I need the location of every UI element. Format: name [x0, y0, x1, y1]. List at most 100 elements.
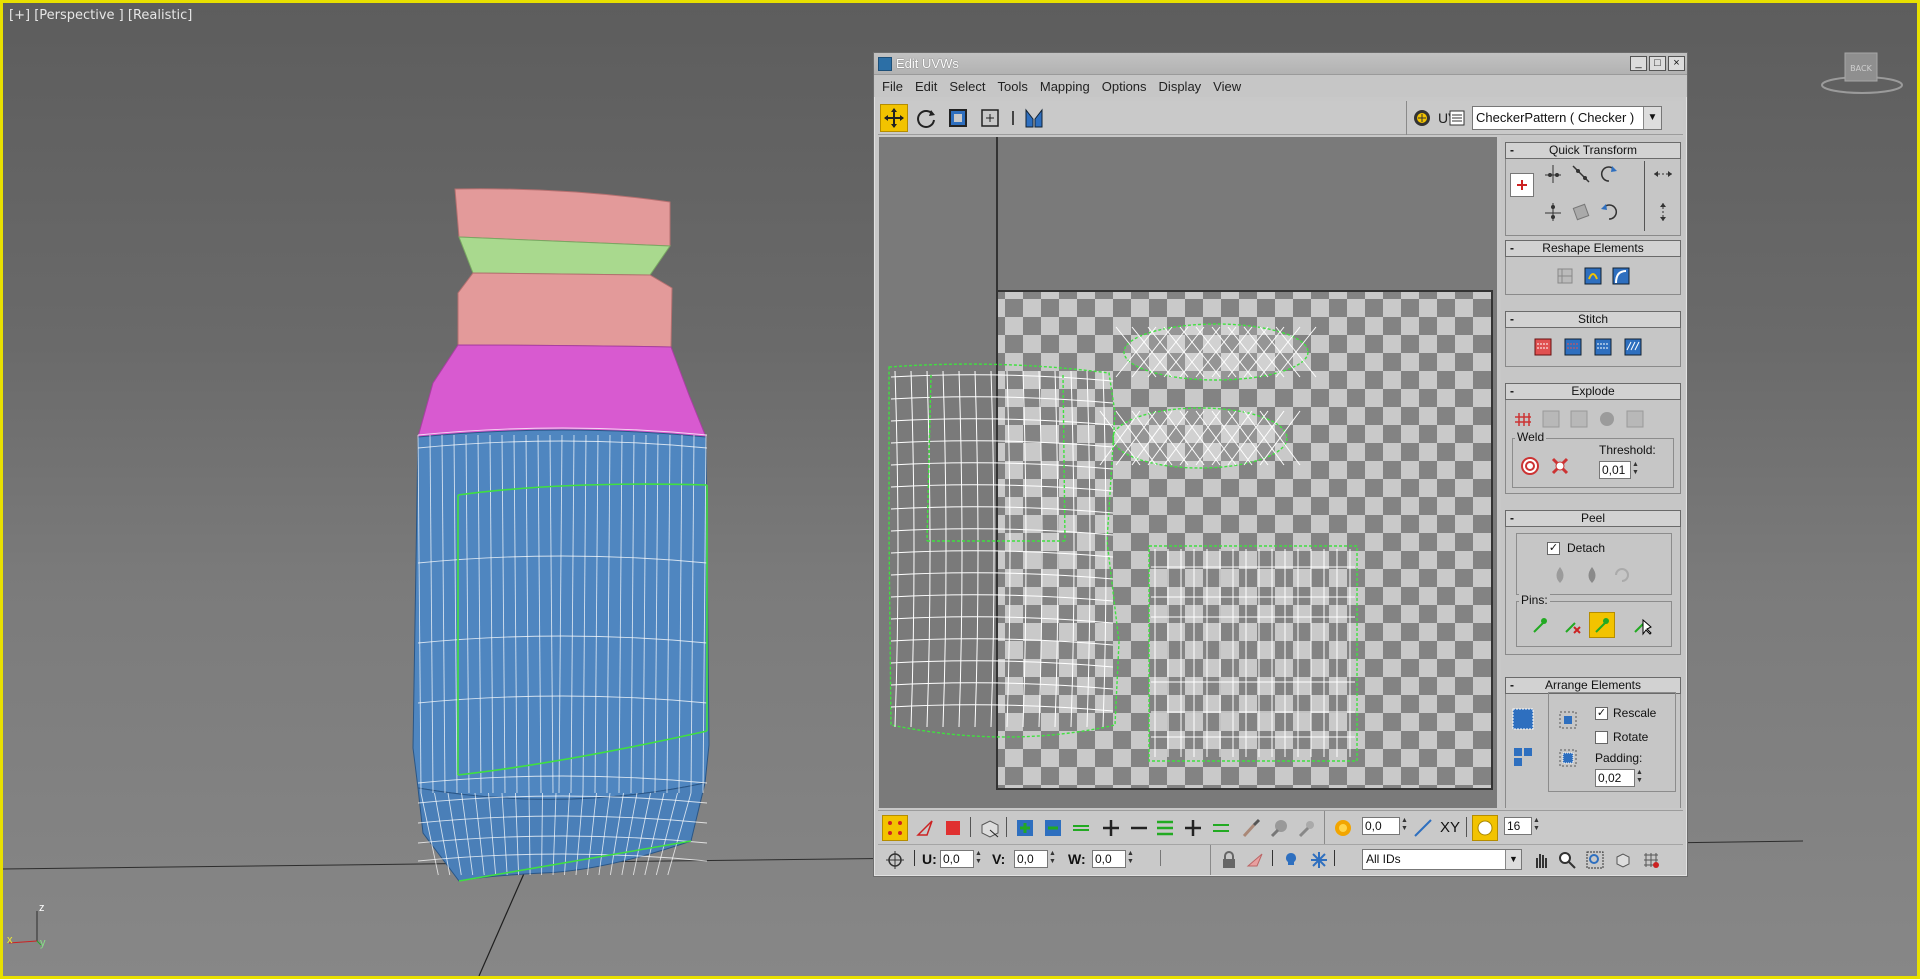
spinner-arrows-icon[interactable]: ▲ ▼: [1048, 850, 1057, 868]
pack-selected-icon[interactable]: [1555, 745, 1581, 771]
absolute-offset-icon[interactable]: [882, 847, 908, 873]
rotate-checkbox[interactable]: [1595, 731, 1608, 744]
spinner-arrows-icon[interactable]: ▲ ▼: [974, 850, 983, 868]
rotate-tool-icon[interactable]: [912, 104, 940, 132]
limit-soft-select-icon[interactable]: [1472, 815, 1498, 841]
shrink-ring-icon[interactable]: [1208, 815, 1234, 841]
freeform-tool-icon[interactable]: [976, 104, 1004, 132]
freeze-icon[interactable]: [1306, 847, 1332, 873]
peel-header[interactable]: - Peel: [1505, 510, 1681, 527]
viewcube-widget[interactable]: BACK: [1819, 47, 1905, 97]
loop-icon[interactable]: [1068, 815, 1094, 841]
spinner-arrows-icon[interactable]: ▲ ▼: [1635, 769, 1644, 787]
space-vertical-icon[interactable]: [1650, 199, 1676, 225]
hide-icon[interactable]: [1242, 847, 1268, 873]
align-vertical-icon[interactable]: [1540, 161, 1566, 187]
circularize-icon[interactable]: [1608, 263, 1634, 289]
menu-mapping[interactable]: Mapping: [1040, 79, 1090, 94]
window-titlebar[interactable]: Edit UVWs _ □ ×: [874, 53, 1687, 75]
menu-edit[interactable]: Edit: [915, 79, 937, 94]
soft-select-icon[interactable]: [1330, 815, 1356, 841]
menu-file[interactable]: File: [882, 79, 903, 94]
space-horizontal-icon[interactable]: [1650, 161, 1676, 187]
detach-checkbox[interactable]: ✓: [1547, 542, 1560, 555]
unpin-icon[interactable]: [1559, 612, 1585, 638]
padding-spinner[interactable]: 0,02 ▲ ▼: [1595, 769, 1643, 787]
stitch-header[interactable]: - Stitch: [1505, 311, 1681, 328]
align-diagonal-icon[interactable]: [1568, 161, 1594, 187]
split-icon[interactable]: [1538, 406, 1564, 432]
pack-together-icon[interactable]: [1510, 744, 1536, 770]
texture-dropdown[interactable]: CheckerPattern ( Checker ) ▼: [1472, 106, 1662, 130]
stitch-to-source-icon[interactable]: [1590, 334, 1616, 360]
grid-icon[interactable]: [1622, 406, 1648, 432]
spinner-arrows-icon[interactable]: ▲ ▼: [1631, 461, 1640, 479]
edit-uvws-window[interactable]: Edit UVWs _ □ × File Edit Select Tools M…: [873, 52, 1688, 877]
falloff-linear-icon[interactable]: [1410, 815, 1436, 841]
straighten-selection-icon[interactable]: [1552, 263, 1578, 289]
rotate-90-ccw-icon[interactable]: [1596, 199, 1622, 225]
select-pins-icon[interactable]: [1629, 612, 1655, 638]
stitch-to-target-icon[interactable]: [1530, 334, 1556, 360]
pin-icon[interactable]: [1527, 612, 1553, 638]
pan-icon[interactable]: [1528, 847, 1554, 873]
quick-peel-icon[interactable]: [1547, 562, 1573, 588]
paint-select-icon[interactable]: [1238, 815, 1264, 841]
paint-grow-icon[interactable]: [1266, 815, 1292, 841]
mirror-tool-icon[interactable]: [1020, 104, 1048, 132]
scale-tool-icon[interactable]: [944, 104, 972, 132]
material-id-dropdown[interactable]: All IDs ▼: [1362, 849, 1522, 870]
vertex-mode-icon[interactable]: [882, 815, 908, 841]
maximize-button[interactable]: □: [1649, 56, 1666, 71]
relax-icon[interactable]: [1580, 263, 1606, 289]
paint-shrink-icon[interactable]: [1294, 815, 1320, 841]
grid-snap-icon[interactable]: [1638, 847, 1664, 873]
uv-editor-canvas[interactable]: [879, 137, 1497, 808]
soft-select-spinner[interactable]: 0,0 ▲ ▼: [1362, 817, 1408, 835]
zoom-extents-icon[interactable]: [1610, 847, 1636, 873]
straighten-icon[interactable]: [1568, 199, 1594, 225]
menu-select[interactable]: Select: [949, 79, 985, 94]
zoom-region-icon[interactable]: [1582, 847, 1608, 873]
quick-transform-header[interactable]: - Quick Transform: [1505, 142, 1681, 159]
face-mode-icon[interactable]: [940, 815, 966, 841]
grow-ring-icon[interactable]: [1180, 815, 1206, 841]
ring-icon[interactable]: [1152, 815, 1178, 841]
v-spinner[interactable]: 0,0 ▲ ▼: [1014, 850, 1056, 868]
map-list-icon[interactable]: [1444, 104, 1470, 132]
zoom-icon[interactable]: [1554, 847, 1580, 873]
menu-options[interactable]: Options: [1102, 79, 1147, 94]
rotate-90-cw-icon[interactable]: [1596, 161, 1622, 187]
explode-header[interactable]: - Explode: [1505, 383, 1681, 400]
rescale-checkbox[interactable]: ✓: [1595, 707, 1608, 720]
flatten-icon[interactable]: [1566, 406, 1592, 432]
shrink-selection-icon[interactable]: [1040, 815, 1066, 841]
menu-display[interactable]: Display: [1159, 79, 1202, 94]
break-icon[interactable]: [1510, 406, 1536, 432]
reshape-elements-header[interactable]: - Reshape Elements: [1505, 240, 1681, 257]
weld-selected-icon[interactable]: [1547, 453, 1573, 479]
pack-normalize-icon[interactable]: [1510, 706, 1536, 732]
show-map-icon[interactable]: [1410, 104, 1434, 132]
threshold-spinner[interactable]: 0,01 ▲ ▼: [1599, 461, 1639, 479]
u-spinner[interactable]: 0,0 ▲ ▼: [940, 850, 982, 868]
minimize-button[interactable]: _: [1630, 56, 1647, 71]
menu-tools[interactable]: Tools: [998, 79, 1028, 94]
move-tool-icon[interactable]: [880, 104, 908, 132]
pack-custom-icon[interactable]: [1555, 707, 1581, 733]
grow-selection-icon[interactable]: [1012, 815, 1038, 841]
select-element-icon[interactable]: [976, 815, 1002, 841]
show-hidden-icon[interactable]: [1278, 847, 1304, 873]
spinner-arrows-icon[interactable]: ▲ ▼: [1400, 817, 1409, 835]
sphere-icon[interactable]: [1594, 406, 1620, 432]
grid-spinner[interactable]: 16 ▲ ▼: [1504, 817, 1540, 835]
align-horizontal-icon[interactable]: [1540, 199, 1566, 225]
edge-mode-icon[interactable]: [912, 815, 938, 841]
stitch-custom-icon[interactable]: [1620, 334, 1646, 360]
close-button[interactable]: ×: [1668, 56, 1685, 71]
grow-loop-icon[interactable]: [1098, 815, 1124, 841]
w-spinner[interactable]: 0,0 ▲ ▼: [1092, 850, 1134, 868]
pivot-icon[interactable]: [1510, 173, 1534, 197]
lock-selection-icon[interactable]: [1216, 847, 1242, 873]
uv-layout-view[interactable]: [879, 137, 1497, 808]
